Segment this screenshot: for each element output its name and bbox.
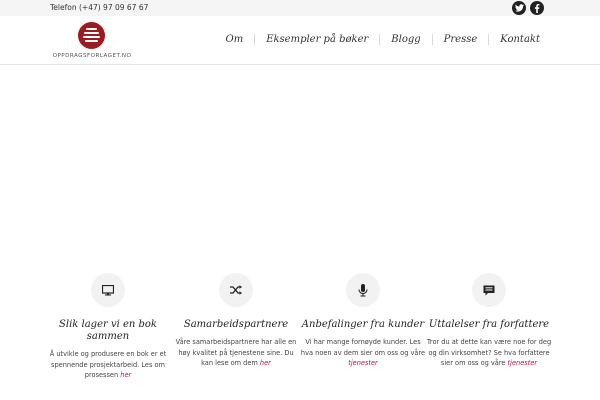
site-logo[interactable]: OPPDRAGSFORLAGET.NO xyxy=(50,20,134,62)
feature-link[interactable]: her xyxy=(260,359,271,367)
monitor-icon xyxy=(91,273,125,307)
microphone-icon xyxy=(346,273,380,307)
feature-process: Slik lager vi en bok sammen Å utvikle og… xyxy=(43,273,173,381)
shuffle-icon xyxy=(219,273,253,307)
feature-link[interactable]: her xyxy=(120,371,131,379)
feature-text: Tror du at dette kan være noe for deg og… xyxy=(426,338,552,367)
nav-item-eksempler[interactable]: Eksempler på bøker xyxy=(254,34,379,45)
logo-text: OPPDRAGSFORLAGET.NO xyxy=(52,53,132,59)
site-header: OPPDRAGSFORLAGET.NO Om Eksempler på bøke… xyxy=(0,16,600,65)
feature-text: Våre samarbeidspartnere har alle en høy … xyxy=(175,338,297,367)
twitter-icon[interactable] xyxy=(512,1,526,15)
feature-link[interactable]: tjenester xyxy=(508,359,538,367)
facebook-icon[interactable] xyxy=(530,1,544,15)
feature-authors: Uttalelser fra forfattere Tror du at det… xyxy=(424,273,554,369)
feature-partners: Samarbeidspartnere Våre samarbeidspartne… xyxy=(171,273,301,369)
feature-title: Slik lager vi en bok sammen xyxy=(59,319,157,342)
feature-link[interactable]: tjenester xyxy=(348,359,378,367)
feature-title: Anbefalinger fra kunder xyxy=(301,319,425,330)
phone-number: Telefon (+47) 97 09 67 67 xyxy=(50,3,149,12)
feature-text: Å utvikle og produsere en bok er et spen… xyxy=(49,350,167,379)
nav-item-blogg[interactable]: Blogg xyxy=(379,34,431,45)
main-nav: Om Eksempler på bøker Blogg Presse Konta… xyxy=(215,34,540,45)
nav-item-om[interactable]: Om xyxy=(215,34,255,45)
book-stack-icon xyxy=(78,22,105,49)
nav-item-kontakt[interactable]: Kontakt xyxy=(488,34,540,45)
speech-bubble-icon xyxy=(472,273,506,307)
feature-recommendations: Anbefalinger fra kunder Vi har mange for… xyxy=(298,273,428,369)
feature-text: Vi har mange fornøyde kunder. Les hva no… xyxy=(300,338,426,367)
nav-item-presse[interactable]: Presse xyxy=(431,34,489,45)
feature-title: Uttalelser fra forfattere xyxy=(428,319,550,330)
social-links xyxy=(512,1,544,15)
top-bar: Telefon (+47) 97 09 67 67 xyxy=(0,0,600,16)
feature-title: Samarbeidspartnere xyxy=(183,319,289,330)
